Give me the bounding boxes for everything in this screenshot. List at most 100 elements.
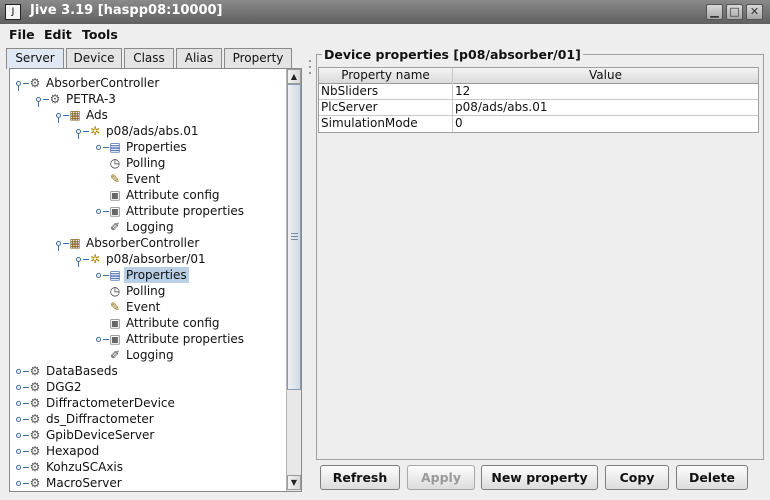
menu-edit[interactable]: Edit	[44, 27, 72, 42]
tree-node-label[interactable]: Polling	[126, 283, 165, 299]
menu-file[interactable]: File	[9, 27, 35, 42]
tree-node-label[interactable]: p08/absorber/01	[106, 251, 206, 267]
tree-node-label[interactable]: Attribute properties	[126, 331, 244, 347]
tree-node-label[interactable]: AbsorberController	[46, 75, 159, 91]
tree-node[interactable]: ✎ Event	[10, 171, 286, 187]
property-name-cell[interactable]: NbSliders	[319, 84, 453, 100]
collapse-handle[interactable]	[56, 241, 61, 251]
tree-node[interactable]: ✐ Logging	[10, 219, 286, 235]
expand-handle[interactable]	[16, 401, 21, 406]
tab-class[interactable]: Class	[124, 48, 174, 68]
property-name-cell[interactable]: SimulationMode	[319, 116, 453, 132]
expand-handle[interactable]	[96, 273, 101, 278]
close-button[interactable]: ✕	[746, 4, 763, 20]
tree-node-label[interactable]: GpibDeviceServer	[46, 427, 154, 443]
tree-node[interactable]: ▦ Ads	[10, 107, 286, 123]
column-header-value[interactable]: Value	[453, 68, 758, 84]
tree-node[interactable]: ⚙ PETRA-3	[10, 91, 286, 107]
tree-node[interactable]: ✲ p08/absorber/01	[10, 251, 286, 267]
tree-node[interactable]: ⚙ Hexapod	[10, 443, 286, 459]
tree-node[interactable]: ◷ Polling	[10, 155, 286, 171]
tree-node-label[interactable]: Event	[126, 299, 160, 315]
tree-node[interactable]: ▣ Attribute config	[10, 187, 286, 203]
tree-node[interactable]: ▤ Properties	[10, 267, 286, 283]
copy-button[interactable]: Copy	[605, 465, 669, 490]
table-row[interactable]: NbSliders 12	[319, 84, 758, 100]
tree-node-label[interactable]: MacroServer	[46, 475, 122, 491]
property-name-cell[interactable]: PlcServer	[319, 100, 453, 116]
collapse-handle[interactable]	[76, 129, 81, 139]
scrollbar-thumb[interactable]	[287, 84, 301, 390]
tree-node[interactable]: ⚙ DGG2	[10, 379, 286, 395]
tree-node[interactable]: ▣ Attribute config	[10, 315, 286, 331]
tree-node-label[interactable]: Attribute config	[126, 315, 220, 331]
expand-handle[interactable]	[96, 337, 101, 342]
expand-handle[interactable]	[16, 417, 21, 422]
scroll-up-button[interactable]: ▲	[287, 69, 301, 84]
tree-node[interactable]: ⚙ DiffractometerDevice	[10, 395, 286, 411]
tab-device[interactable]: Device	[66, 48, 122, 68]
tree-node-label[interactable]: PETRA-3	[66, 91, 116, 107]
tree-node-label[interactable]: Attribute properties	[126, 203, 244, 219]
tree-node-label[interactable]: Attribute config	[126, 187, 220, 203]
scroll-down-button[interactable]: ▼	[287, 475, 301, 490]
apply-button[interactable]: Apply	[407, 465, 475, 490]
server-tree[interactable]: ⚙ AbsorberController ⚙ PETRA-3 ▦ Ads ✲ p08/ads/…	[10, 69, 286, 491]
tree-node[interactable]: ▦ AbsorberController	[10, 235, 286, 251]
tree-node-label[interactable]: Properties	[124, 267, 189, 283]
menu-tools[interactable]: Tools	[82, 27, 118, 42]
tree-node-label[interactable]: p08/ads/abs.01	[106, 123, 199, 139]
tree-node-label[interactable]: Properties	[126, 139, 187, 155]
tree-node[interactable]: ▣ Attribute properties	[10, 203, 286, 219]
tree-node[interactable]: ✲ p08/ads/abs.01	[10, 123, 286, 139]
tree-node-label[interactable]: Logging	[126, 347, 174, 363]
tree-node[interactable]: ✐ Logging	[10, 347, 286, 363]
expand-handle[interactable]	[16, 449, 21, 454]
tree-node[interactable]: ⚙ GpibDeviceServer	[10, 427, 286, 443]
expand-handle[interactable]	[96, 145, 101, 150]
expand-handle[interactable]	[96, 209, 101, 214]
tree-node[interactable]: ▤ Properties	[10, 139, 286, 155]
tree-node[interactable]: ▣ Attribute properties	[10, 331, 286, 347]
tree-node-label[interactable]: Ads	[86, 107, 108, 123]
tab-property[interactable]: Property	[224, 48, 292, 68]
expand-handle[interactable]	[16, 465, 21, 470]
collapse-handle[interactable]	[16, 81, 21, 91]
delete-button[interactable]: Delete	[676, 465, 748, 490]
tree-node-label[interactable]: AbsorberController	[86, 235, 199, 251]
table-row[interactable]: PlcServer p08/ads/abs.01	[319, 100, 758, 116]
refresh-button[interactable]: Refresh	[320, 465, 400, 490]
maximize-button[interactable]: □	[726, 4, 743, 20]
tree-node[interactable]: ⚙ MacroServer	[10, 475, 286, 491]
tab-alias[interactable]: Alias	[176, 48, 222, 68]
minimize-button[interactable]: ▁	[706, 4, 723, 20]
tab-server[interactable]: Server	[6, 48, 64, 69]
tree-node-label[interactable]: DGG2	[46, 379, 81, 395]
property-value-cell[interactable]: p08/ads/abs.01	[453, 100, 758, 116]
split-pane-divider[interactable]	[306, 48, 314, 496]
expand-handle[interactable]	[16, 369, 21, 374]
tree-node-label[interactable]: KohzuSCAxis	[46, 459, 123, 475]
tree-node-label[interactable]: Polling	[126, 155, 165, 171]
collapse-handle[interactable]	[76, 257, 81, 267]
expand-handle[interactable]	[16, 385, 21, 390]
property-value-cell[interactable]: 12	[453, 84, 758, 100]
expand-handle[interactable]	[16, 481, 21, 486]
table-row[interactable]: SimulationMode 0	[319, 116, 758, 132]
tree-node-label[interactable]: Event	[126, 171, 160, 187]
tree-node-label[interactable]: DiffractometerDevice	[46, 395, 175, 411]
new-property-button[interactable]: New property	[481, 465, 598, 490]
expand-handle[interactable]	[16, 433, 21, 438]
tree-node[interactable]: ◷ Polling	[10, 283, 286, 299]
tree-node[interactable]: ⚙ AbsorberController	[10, 75, 286, 91]
tree-node[interactable]: ⚙ DataBaseds	[10, 363, 286, 379]
vertical-scrollbar[interactable]: ▲ ▼	[286, 69, 301, 491]
tree-node-label[interactable]: DataBaseds	[46, 363, 118, 379]
tree-node-label[interactable]: Hexapod	[46, 443, 99, 459]
collapse-handle[interactable]	[56, 113, 61, 123]
tree-node-label[interactable]: Logging	[126, 219, 174, 235]
collapse-handle[interactable]	[36, 97, 41, 107]
column-header-property-name[interactable]: Property name	[319, 68, 453, 84]
tree-node-label[interactable]: ds_Diffractometer	[46, 411, 154, 427]
tree-node[interactable]: ✎ Event	[10, 299, 286, 315]
